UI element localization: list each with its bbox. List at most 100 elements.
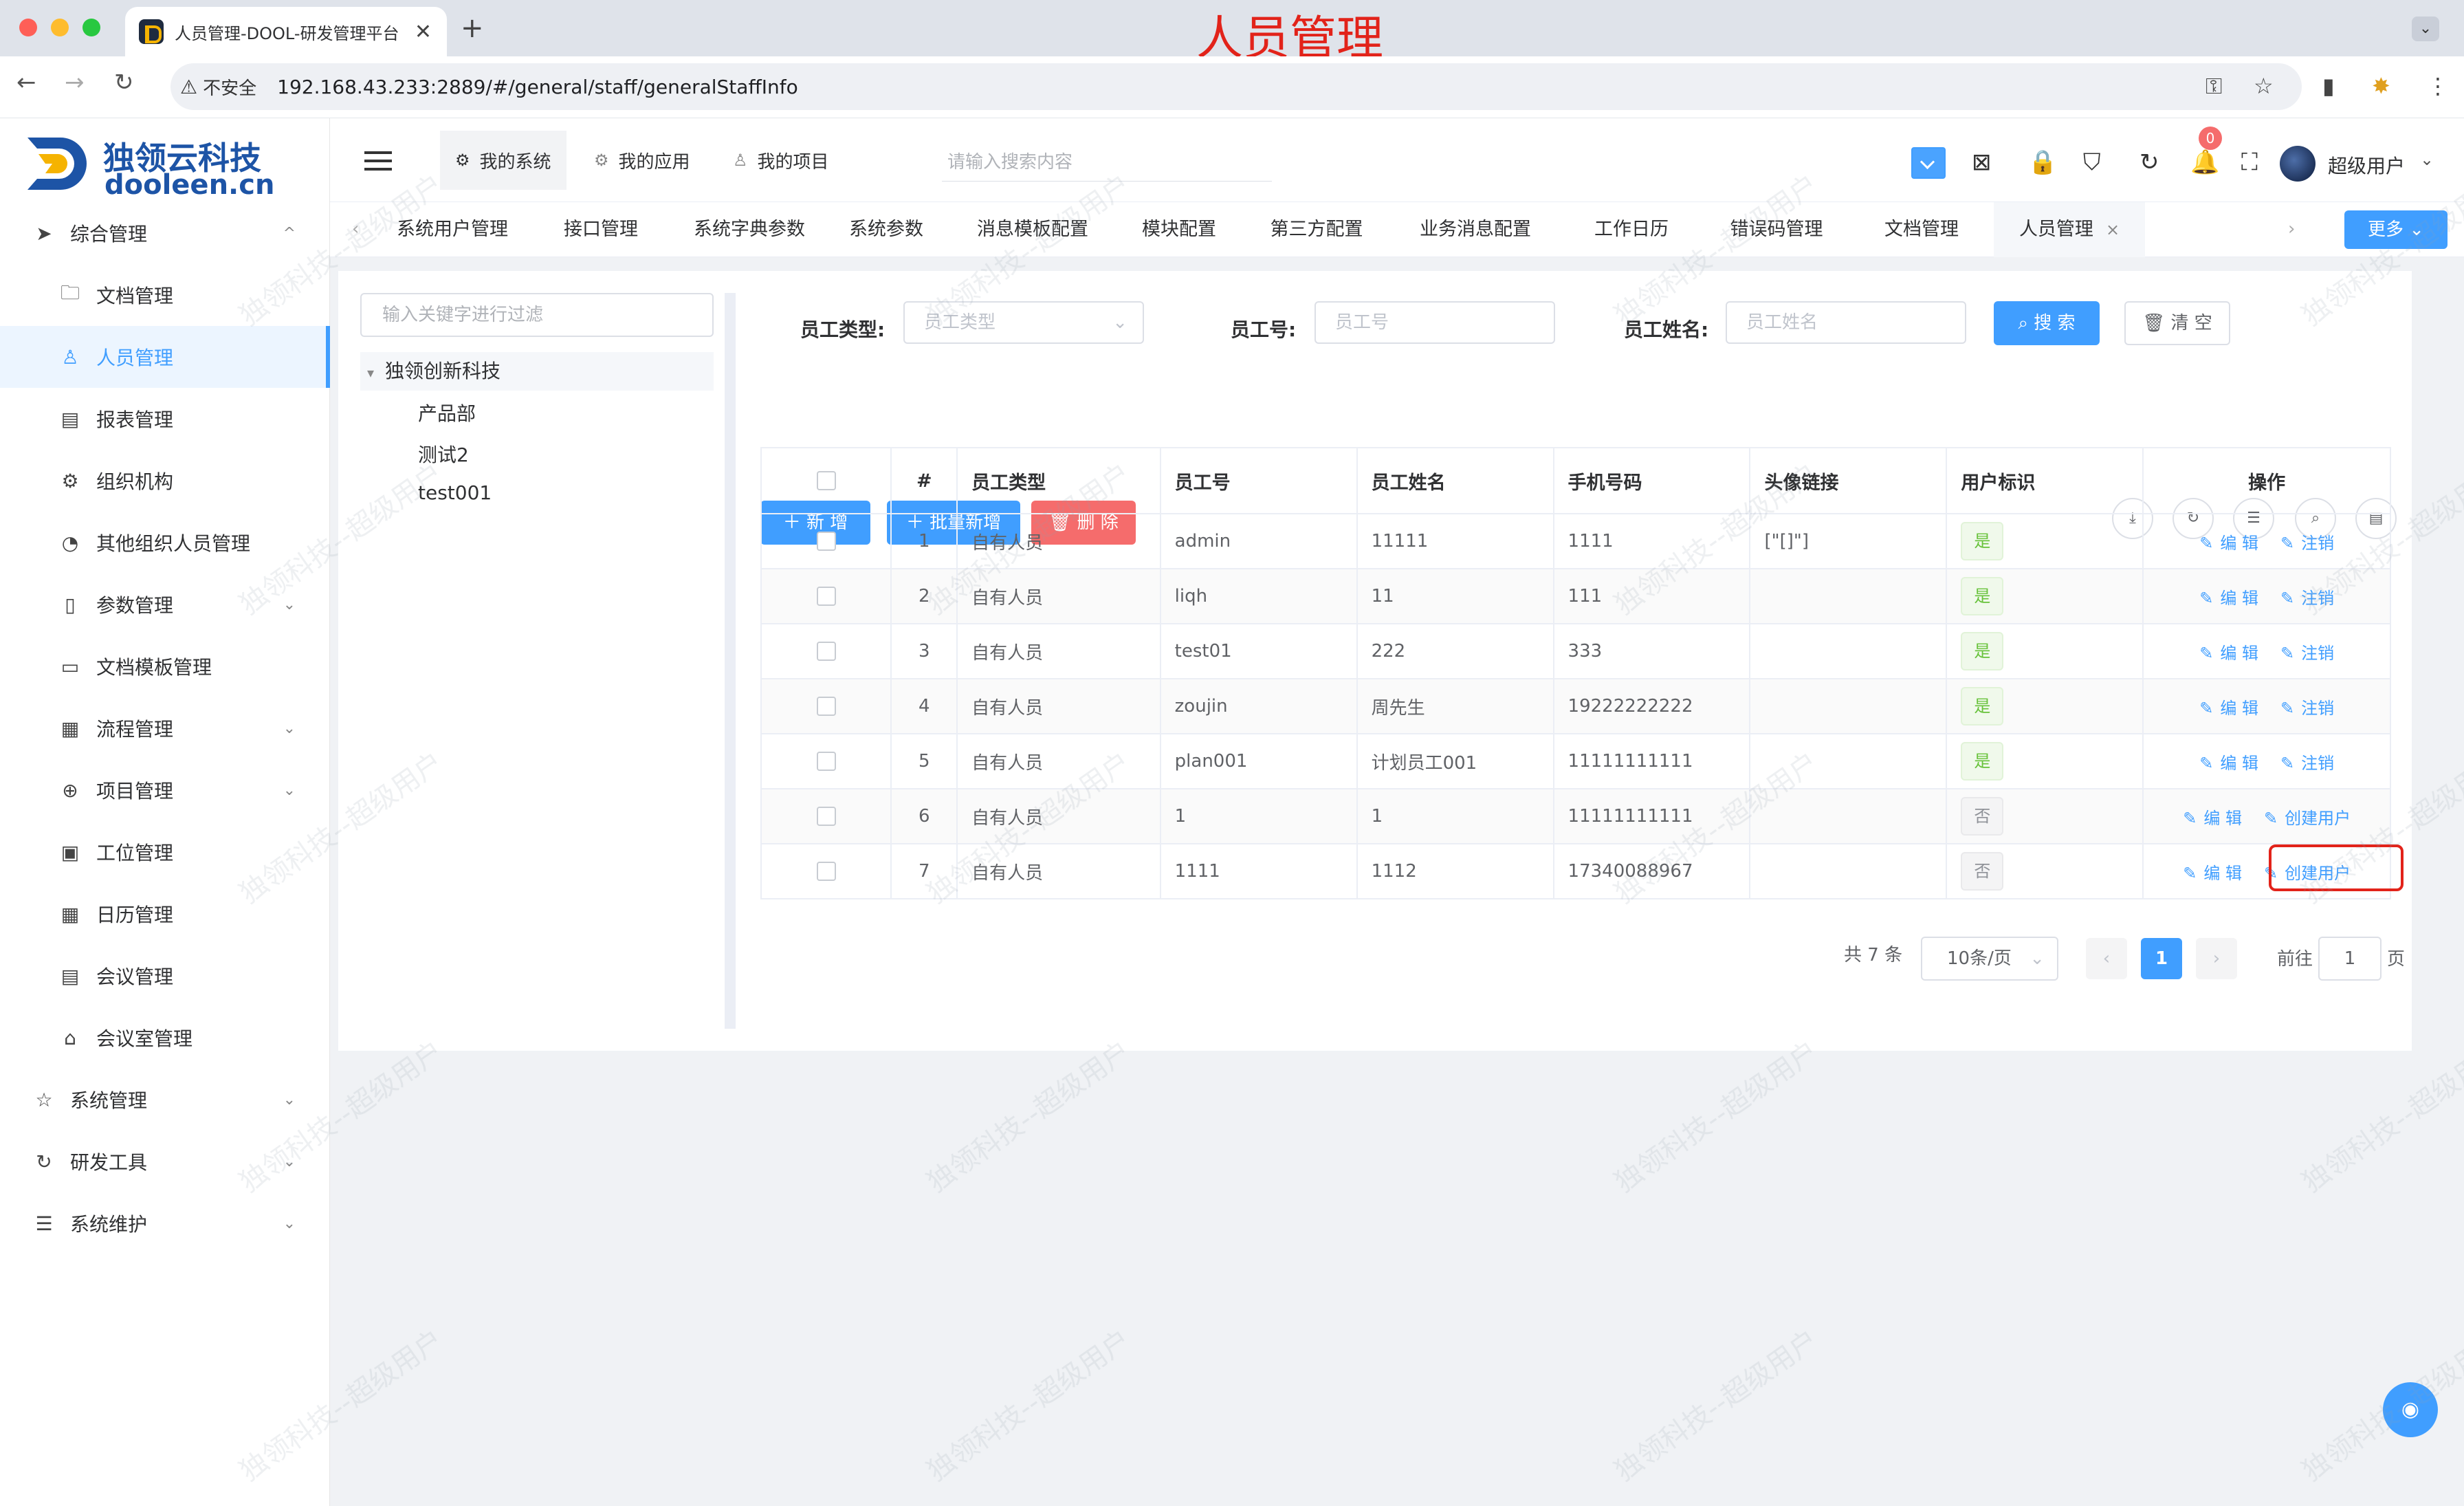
- edit-button[interactable]: ✎ 编 辑: [2199, 640, 2258, 664]
- table-row[interactable]: 2 自有人员 liqh 11 111 是 ✎ 编 辑 ✎ 注销: [762, 569, 2391, 624]
- tree-node[interactable]: 产品部: [418, 399, 476, 426]
- fullscreen-icon[interactable]: ⛶: [2241, 149, 2258, 176]
- page-tab[interactable]: 系统用户管理: [378, 202, 527, 257]
- page-tab-active[interactable]: 人员管理 ×: [1994, 202, 2145, 257]
- employee-type-select[interactable]: 员工类型 ⌄: [903, 301, 1144, 344]
- lock-icon[interactable]: 🔒: [2028, 149, 2057, 176]
- edit-button[interactable]: ✎ 编 辑: [2199, 750, 2258, 774]
- edit-button[interactable]: ✎ 编 辑: [2199, 695, 2258, 719]
- page-tab[interactable]: 业务消息配置: [1392, 202, 1559, 257]
- row-checkbox[interactable]: [816, 587, 836, 606]
- column-header[interactable]: 头像链接: [1750, 448, 1948, 513]
- column-header[interactable]: 员工姓名: [1358, 448, 1554, 513]
- deregister-button[interactable]: ✎ 注销: [2280, 640, 2334, 664]
- table-row[interactable]: 3 自有人员 test01 222 333 是 ✎ 编 辑 ✎ 注销: [762, 624, 2391, 679]
- next-page-button[interactable]: ›: [2196, 938, 2237, 979]
- tab-search-chevron-icon[interactable]: ⌄: [2412, 17, 2439, 41]
- sidebar-item-doc-templates[interactable]: ▭ 文档模板管理: [0, 635, 330, 697]
- page-size-select[interactable]: 10条/页 ⌄: [1921, 937, 2058, 981]
- chevron-down-icon[interactable]: ⌄: [2420, 150, 2434, 169]
- column-header[interactable]: 手机号码: [1554, 448, 1751, 513]
- page-tab[interactable]: 系统字典参数: [675, 202, 824, 257]
- table-row[interactable]: 7 自有人员 1111 1112 17340088967 否 ✎ 编 辑 ✎ 创建用户: [762, 844, 2391, 899]
- deregister-button[interactable]: ✎ 注销: [2280, 530, 2334, 554]
- back-arrow-icon[interactable]: ←: [16, 69, 36, 96]
- sidebar-item-org[interactable]: ⚙ 组织机构: [0, 450, 330, 512]
- forward-arrow-icon[interactable]: →: [65, 69, 85, 96]
- sidebar-item-other-org-staff[interactable]: ◔ 其他组织人员管理: [0, 512, 330, 574]
- dropdown-toggle-icon[interactable]: [1911, 147, 1946, 179]
- column-header[interactable]: 员工号: [1161, 448, 1358, 513]
- tree-node[interactable]: 测试2: [418, 440, 469, 468]
- employee-number-input[interactable]: 员工号: [1314, 301, 1555, 344]
- page-tab[interactable]: 文档管理: [1849, 202, 1994, 257]
- tab-my-system[interactable]: ⚙ 我的系统: [440, 131, 566, 190]
- zoom-window-button[interactable]: [82, 19, 100, 36]
- refresh-icon[interactable]: ↻: [2140, 149, 2159, 176]
- sidebar-item-workflow[interactable]: ▦ 流程管理 ⌄: [0, 697, 330, 759]
- column-header[interactable]: 员工类型: [958, 448, 1161, 513]
- page-tab[interactable]: 接口管理: [527, 202, 675, 257]
- select-all-checkbox[interactable]: [816, 471, 836, 490]
- camera-icon[interactable]: ◉: [2383, 1382, 2438, 1437]
- avatar[interactable]: [2280, 146, 2316, 182]
- deregister-button[interactable]: ✎ 注销: [2280, 585, 2334, 609]
- sidebar-item-staff[interactable]: ♙ 人员管理: [0, 326, 330, 388]
- deregister-button[interactable]: ✎ 注销: [2280, 695, 2334, 719]
- table-row[interactable]: 4 自有人员 zoujin 周先生 19222222222 是 ✎ 编 辑 ✎ 注销: [762, 679, 2391, 734]
- edit-button[interactable]: ✎ 编 辑: [2183, 860, 2242, 884]
- edit-button[interactable]: ✎ 编 辑: [2199, 530, 2258, 554]
- row-checkbox[interactable]: [816, 752, 836, 771]
- tab-my-projects[interactable]: ♙ 我的项目: [718, 131, 844, 190]
- table-row[interactable]: 5 自有人员 plan001 计划员工001 11111111111 是 ✎ 编 辑 ✎ 注销: [762, 734, 2391, 789]
- sidebar-item-docs[interactable]: 🗀 文档管理: [0, 264, 330, 326]
- search-button[interactable]: ⌕ 搜 索: [1994, 301, 2100, 345]
- sidebar-item-calendar[interactable]: ▦ 日历管理: [0, 883, 330, 945]
- column-header[interactable]: 用户标识: [1947, 448, 2144, 513]
- browser-tab[interactable]: 人员管理-DOOL-研发管理平台 ✕: [125, 7, 447, 56]
- caret-down-icon[interactable]: ▾: [367, 364, 374, 381]
- browser-menu-icon[interactable]: ⋮: [2427, 73, 2449, 99]
- page-tab[interactable]: 模块配置: [1116, 202, 1242, 257]
- sidebar-item-reports[interactable]: ▤ 报表管理: [0, 388, 330, 450]
- shirt-icon[interactable]: ⛉: [2083, 149, 2101, 176]
- page-tab[interactable]: 系统参数: [824, 202, 949, 257]
- sidebar-item-projects[interactable]: ⊕ 项目管理 ⌄: [0, 759, 330, 821]
- bookmark-star-icon[interactable]: ☆: [2254, 73, 2274, 99]
- pin-off-icon[interactable]: ⊠: [1972, 149, 1992, 176]
- sidebar-item-dev-tools[interactable]: ↻ 研发工具 ⌄: [0, 1131, 330, 1192]
- sidebar-item-general[interactable]: ➤ 综合管理 ^: [0, 202, 330, 264]
- sidebar-item-system[interactable]: ☆ 系统管理 ⌄: [0, 1069, 330, 1131]
- page-tab[interactable]: 工作日历: [1559, 202, 1704, 257]
- row-checkbox[interactable]: [816, 532, 836, 551]
- key-icon[interactable]: ⚿: [2206, 73, 2222, 100]
- edit-button[interactable]: ✎ 编 辑: [2199, 585, 2258, 609]
- header-search-input[interactable]: 请输入搜索内容: [942, 143, 1272, 182]
- sidebar-item-workstations[interactable]: ▣ 工位管理: [0, 821, 330, 883]
- page-number-current[interactable]: 1: [2141, 938, 2182, 979]
- new-tab-button[interactable]: +: [461, 12, 484, 44]
- reload-icon[interactable]: ↻: [114, 69, 134, 96]
- page-tab[interactable]: 消息模板配置: [949, 202, 1116, 257]
- table-row[interactable]: 6 自有人员 1 1 11111111111 否 ✎ 编 辑 ✎ 创建用户: [762, 789, 2391, 844]
- row-checkbox[interactable]: [816, 862, 836, 881]
- goto-page-input[interactable]: 1: [2318, 937, 2382, 981]
- close-icon[interactable]: ×: [2106, 220, 2120, 239]
- more-button[interactable]: 更多 ⌄: [2344, 210, 2448, 249]
- chevron-left-icon[interactable]: ‹: [352, 219, 359, 239]
- sidebar-item-meeting-rooms[interactable]: ⌂ 会议室管理: [0, 1007, 330, 1069]
- page-tab[interactable]: 错误码管理: [1704, 202, 1849, 257]
- tree-filter-input[interactable]: 输入关键字进行过滤: [360, 293, 714, 337]
- extension-icon[interactable]: ✸: [2372, 73, 2390, 99]
- employee-name-input[interactable]: 员工姓名: [1726, 301, 1966, 344]
- sidebar-item-meetings[interactable]: ▤ 会议管理: [0, 945, 330, 1007]
- hamburger-menu-icon[interactable]: [364, 151, 392, 171]
- insecure-indicator[interactable]: ⚠ 不安全: [180, 74, 256, 100]
- row-checkbox[interactable]: [816, 697, 836, 716]
- side-panel-icon[interactable]: ▮: [2322, 73, 2335, 99]
- tab-my-apps[interactable]: ⚙ 我的应用: [579, 131, 705, 190]
- url-field[interactable]: ⚠ 不安全 192.168.43.233:2889/#/general/staf…: [170, 63, 2302, 110]
- minimize-window-button[interactable]: [51, 19, 69, 36]
- clear-button[interactable]: 🗑 清 空: [2124, 301, 2230, 345]
- close-window-button[interactable]: [19, 19, 37, 36]
